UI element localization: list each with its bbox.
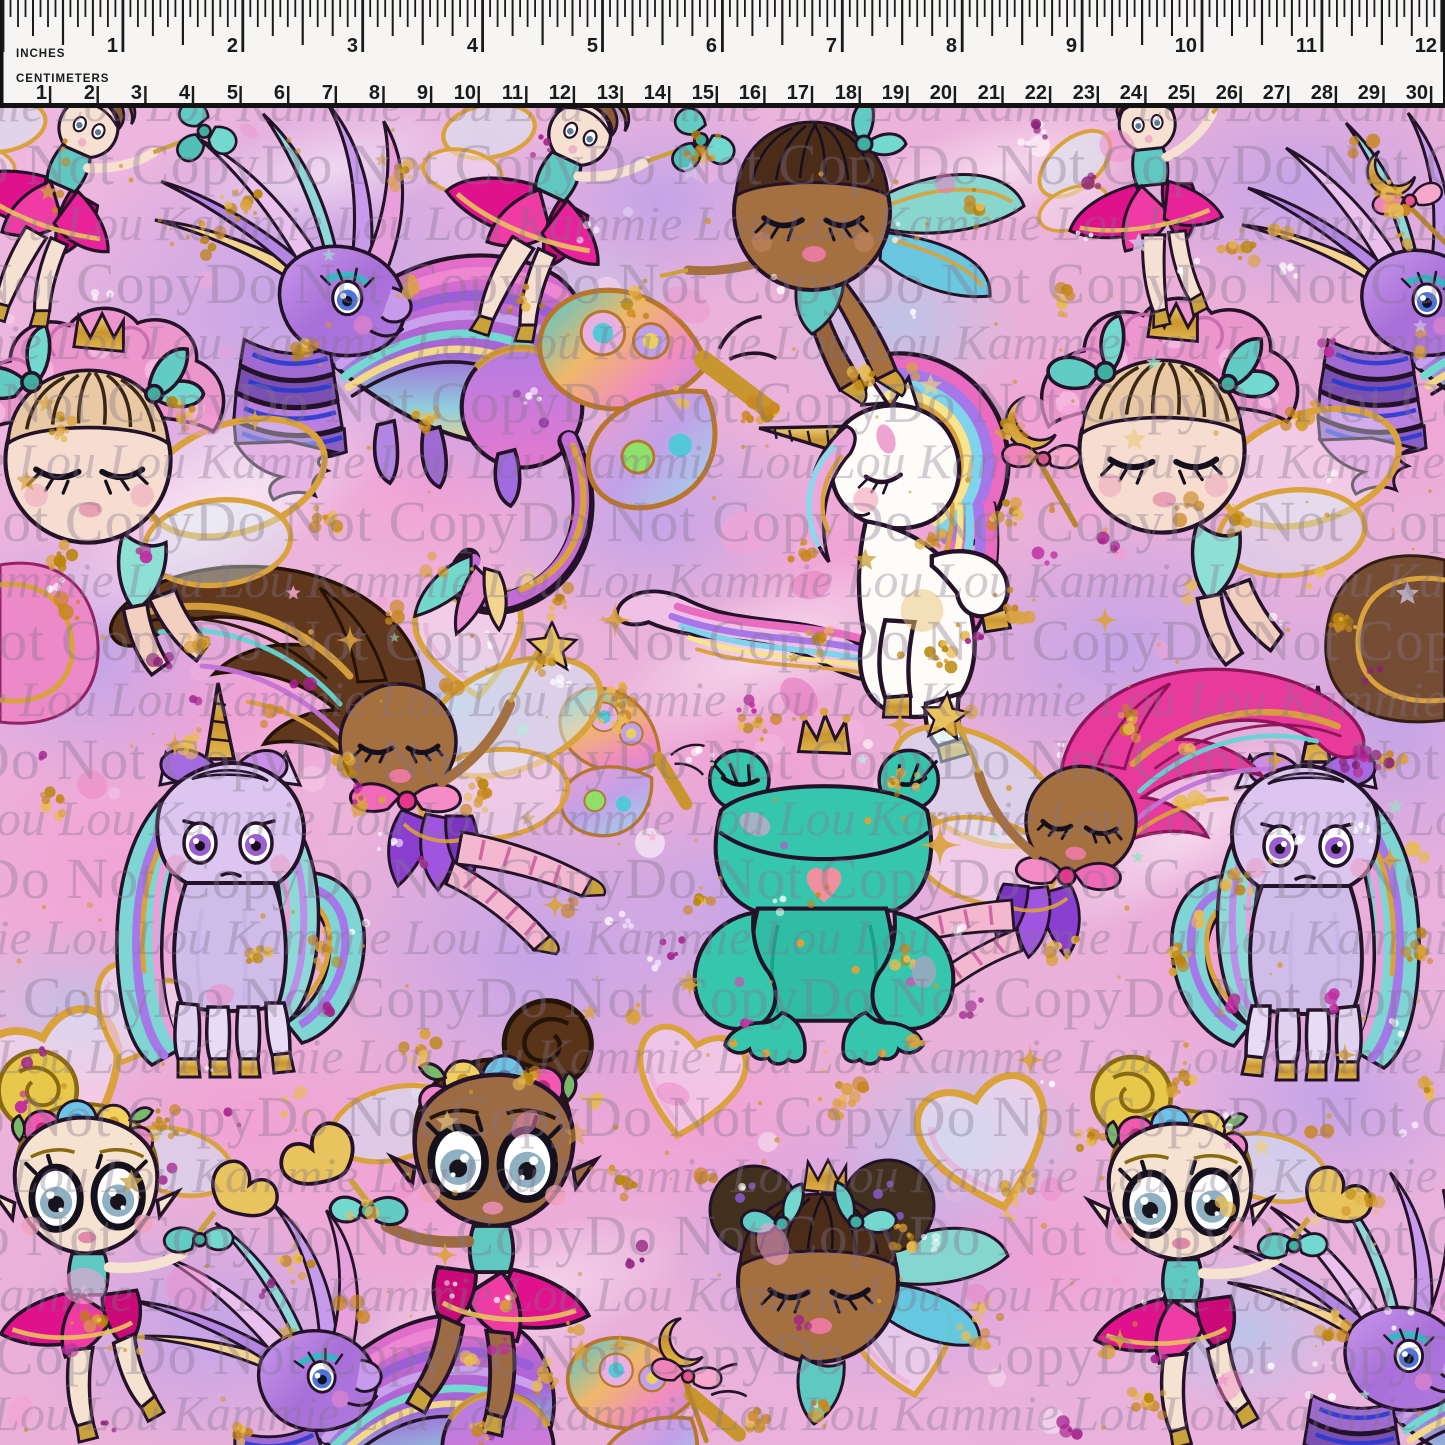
- svg-text:Do Not CopyDo Not CopyDo Not C: Do Not CopyDo Not CopyDo Not CopyDo Not …: [0, 1203, 1445, 1268]
- svg-text:Do Not CopyDo Not CopyDo Not C: Do Not CopyDo Not CopyDo Not CopyDo Not …: [0, 370, 1445, 435]
- svg-text:INCHES: INCHES: [16, 48, 65, 60]
- svg-text:2: 2: [227, 35, 238, 57]
- svg-text:27: 27: [1263, 82, 1285, 104]
- svg-text:29: 29: [1358, 82, 1380, 104]
- svg-text:Do Not CopyDo Not CopyDo Not C: Do Not CopyDo Not CopyDo Not CopyDo Not …: [0, 965, 1445, 1030]
- svg-text:9: 9: [417, 82, 428, 104]
- svg-text:15: 15: [692, 82, 714, 104]
- svg-text:Kammie Lou Lou Kammie Lou Lou: Kammie Lou Lou Kammie Lou Lou Kammie Lou…: [0, 195, 1445, 251]
- svg-text:10: 10: [454, 82, 476, 104]
- svg-text:Do Not CopyDo Not CopyDo Not C: Do Not CopyDo Not CopyDo Not CopyDo Not …: [0, 489, 1445, 554]
- svg-text:7: 7: [826, 35, 837, 57]
- svg-text:3: 3: [347, 35, 358, 57]
- svg-text:6: 6: [706, 35, 717, 57]
- svg-text:24: 24: [1120, 82, 1143, 104]
- svg-text:4: 4: [467, 35, 479, 57]
- svg-text:14: 14: [644, 82, 667, 104]
- svg-text:30: 30: [1406, 82, 1428, 104]
- svg-text:19: 19: [882, 82, 904, 104]
- svg-text:20: 20: [930, 82, 952, 104]
- svg-text:11: 11: [1296, 35, 1317, 57]
- svg-text:Do Not CopyDo Not CopyDo Not C: Do Not CopyDo Not CopyDo Not CopyDo Not …: [0, 608, 1445, 673]
- svg-text:Kammie Lou Lou Kammie Lou Lou: Kammie Lou Lou Kammie Lou Lou Kammie Lou…: [0, 433, 1445, 489]
- svg-text:Do Not CopyDo Not CopyDo Not C: Do Not CopyDo Not CopyDo Not CopyDo Not …: [0, 1084, 1445, 1149]
- svg-text:16: 16: [739, 82, 761, 104]
- svg-text:4: 4: [179, 82, 191, 104]
- svg-text:CENTIMETERS: CENTIMETERS: [16, 73, 109, 85]
- svg-text:9: 9: [1066, 35, 1077, 57]
- svg-text:21: 21: [978, 82, 1000, 104]
- svg-text:8: 8: [946, 35, 957, 57]
- svg-text:Kammie Lou Lou Kammie Lou Lou: Kammie Lou Lou Kammie Lou Lou Kammie Lou…: [0, 790, 1445, 846]
- svg-text:Kammie Lou Lou Kammie Lou Lou: Kammie Lou Lou Kammie Lou Lou Kammie Lou…: [0, 314, 1445, 370]
- svg-text:Do Not CopyDo Not CopyDo Not C: Do Not CopyDo Not CopyDo Not CopyDo Not …: [0, 251, 1445, 316]
- svg-text:3: 3: [131, 82, 142, 104]
- svg-text:1: 1: [107, 35, 118, 57]
- svg-text:13: 13: [597, 82, 619, 104]
- svg-text:Kammie Lou Lou Kammie Lou Lou: Kammie Lou Lou Kammie Lou Lou Kammie Lou…: [0, 1385, 1445, 1441]
- svg-text:25: 25: [1168, 82, 1190, 104]
- svg-text:26: 26: [1216, 82, 1238, 104]
- svg-text:Do Not CopyDo Not CopyDo Not C: Do Not CopyDo Not CopyDo Not CopyDo Not …: [0, 132, 1445, 197]
- svg-text:Kammie Lou Lou Kammie Lou Lou: Kammie Lou Lou Kammie Lou Lou Kammie Lou…: [0, 1266, 1445, 1322]
- svg-text:Kammie Lou Lou Kammie Lou Lou: Kammie Lou Lou Kammie Lou Lou Kammie Lou…: [0, 1147, 1445, 1203]
- svg-text:28: 28: [1311, 82, 1333, 104]
- svg-text:23: 23: [1073, 82, 1095, 104]
- svg-text:11: 11: [502, 82, 523, 104]
- svg-text:12: 12: [1415, 35, 1437, 57]
- svg-text:Kammie Lou Lou Kammie Lou Lou: Kammie Lou Lou Kammie Lou Lou Kammie Lou…: [0, 909, 1445, 965]
- svg-text:22: 22: [1025, 82, 1047, 104]
- svg-text:8: 8: [369, 82, 380, 104]
- svg-text:5: 5: [587, 35, 598, 57]
- svg-text:2: 2: [84, 82, 95, 104]
- svg-text:Do Not CopyDo Not CopyDo Not C: Do Not CopyDo Not CopyDo Not CopyDo Not …: [0, 727, 1445, 792]
- svg-text:Kammie Lou Lou Kammie Lou Lou: Kammie Lou Lou Kammie Lou Lou Kammie Lou…: [0, 1028, 1445, 1084]
- svg-text:Do Not CopyDo Not CopyDo Not C: Do Not CopyDo Not CopyDo Not CopyDo Not …: [0, 846, 1445, 911]
- svg-text:Kammie Lou Lou Kammie Lou Lou: Kammie Lou Lou Kammie Lou Lou Kammie Lou…: [0, 552, 1445, 608]
- svg-text:Do Not CopyDo Not CopyDo Not C: Do Not CopyDo Not CopyDo Not CopyDo Not …: [0, 1322, 1445, 1387]
- svg-text:17: 17: [787, 82, 809, 104]
- svg-text:18: 18: [835, 82, 857, 104]
- svg-text:7: 7: [322, 82, 333, 104]
- svg-text:6: 6: [274, 82, 285, 104]
- svg-text:10: 10: [1175, 35, 1197, 57]
- svg-text:5: 5: [227, 82, 238, 104]
- svg-text:Kammie Lou Lou Kammie Lou Lou: Kammie Lou Lou Kammie Lou Lou Kammie Lou…: [0, 671, 1445, 727]
- svg-text:1: 1: [36, 82, 47, 104]
- svg-text:12: 12: [549, 82, 571, 104]
